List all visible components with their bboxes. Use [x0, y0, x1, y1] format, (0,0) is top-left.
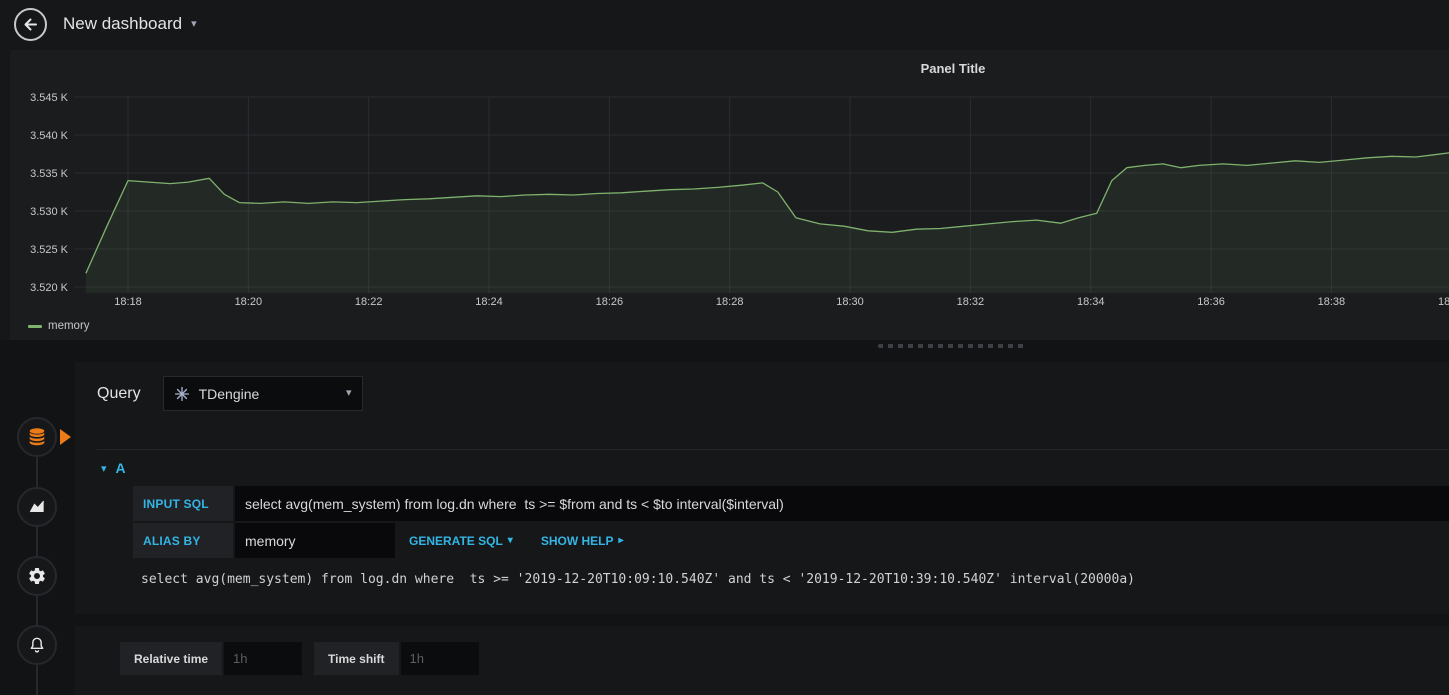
svg-text:18:34: 18:34 [1077, 296, 1105, 308]
back-button[interactable] [14, 7, 47, 41]
relative-time-group: Relative time [120, 642, 303, 675]
generate-sql-button[interactable]: GENERATE SQL ▾ [409, 534, 513, 548]
svg-text:18:40: 18:40 [1438, 296, 1449, 308]
time-shift-label: Time shift [314, 642, 399, 675]
scroll-handle[interactable] [878, 344, 1028, 348]
legend-series-swatch [28, 324, 42, 328]
database-icon [26, 426, 48, 448]
time-shift-group: Time shift [314, 642, 479, 675]
show-help-button[interactable]: SHOW HELP ▸ [541, 534, 624, 548]
tab-queries[interactable] [17, 417, 71, 457]
panel-gap-strip [0, 340, 1449, 362]
svg-text:3.530 K: 3.530 K [30, 206, 69, 218]
chevron-down-icon: ▾ [346, 387, 352, 399]
query-ref-row[interactable]: ▾ A [75, 450, 1449, 486]
time-options-row: Relative time Time shift [120, 642, 1449, 675]
time-series-chart[interactable]: 3.545 K 3.540 K 3.535 K 3.530 K 3.525 K 3.520… [10, 88, 1449, 313]
svg-text:18:36: 18:36 [1197, 296, 1225, 308]
svg-text:18:26: 18:26 [596, 296, 624, 308]
alias-by-row: ALIAS BY GENERATE SQL ▾ SHOW HELP ▸ [133, 523, 1449, 558]
section-gap [75, 614, 1449, 626]
time-shift-field[interactable] [400, 642, 479, 675]
generated-sql-preview: select avg(mem_system) from log.dn where… [141, 572, 1135, 587]
svg-text:18:22: 18:22 [355, 296, 383, 308]
relative-time-field[interactable] [224, 642, 303, 675]
svg-text:18:24: 18:24 [475, 296, 503, 308]
svg-text:3.540 K: 3.540 K [30, 130, 69, 142]
svg-text:18:30: 18:30 [836, 296, 864, 308]
editor-tab-rail [0, 362, 75, 695]
svg-text:3.535 K: 3.535 K [30, 168, 69, 180]
input-sql-label: INPUT SQL [133, 486, 233, 521]
chevron-right-icon: ▸ [618, 534, 624, 546]
svg-text:18:28: 18:28 [716, 296, 744, 308]
svg-text:3.520 K: 3.520 K [30, 282, 69, 294]
chevron-down-icon: ▾ [507, 534, 513, 546]
svg-text:18:18: 18:18 [114, 296, 142, 308]
show-help-label: SHOW HELP [540, 533, 614, 548]
gear-icon [27, 566, 47, 586]
svg-text:3.545 K: 3.545 K [30, 92, 69, 104]
legend-series-label[interactable]: memory [48, 320, 90, 332]
alias-by-label: ALIAS BY [133, 523, 233, 558]
svg-text:3.525 K: 3.525 K [30, 244, 69, 256]
tab-visualization[interactable] [17, 487, 57, 527]
query-row-links: GENERATE SQL ▾ SHOW HELP ▸ [409, 523, 624, 558]
svg-text:18:32: 18:32 [957, 296, 985, 308]
svg-text:18:20: 18:20 [235, 296, 263, 308]
tab-alert[interactable] [17, 625, 57, 665]
relative-time-label: Relative time [120, 642, 223, 675]
chevron-down-icon: ▾ [191, 17, 197, 30]
panel-editor: Query TDengine ▾ ▾ A INPUT SQL select av… [0, 362, 1449, 695]
panel-title[interactable]: Panel Title [10, 50, 1449, 76]
tdengine-star-icon [174, 386, 190, 402]
graph-panel: Panel Title 3.545 K 3.540 K 3.535 K 3.530 K… [10, 50, 1449, 340]
query-header: Query TDengine ▾ [75, 362, 1449, 411]
bell-icon [27, 635, 47, 655]
query-editor-content: Query TDengine ▾ ▾ A INPUT SQL select av… [75, 362, 1449, 695]
datasource-name: TDengine [198, 385, 260, 402]
generate-sql-label: GENERATE SQL [409, 533, 503, 548]
datasource-picker[interactable]: TDengine ▾ [162, 376, 363, 411]
alias-by-field[interactable] [235, 523, 395, 558]
input-sql-field[interactable] [235, 486, 1449, 521]
top-navbar: New dashboard ▾ [0, 0, 1449, 48]
dashboard-title: New dashboard [63, 14, 183, 33]
input-sql-row: INPUT SQL [133, 486, 1449, 521]
collapse-caret-icon: ▾ [101, 462, 107, 475]
active-tab-arrow-icon [60, 429, 71, 445]
arrow-left-icon [22, 16, 39, 33]
query-ref-id: A [115, 460, 126, 476]
tab-general[interactable] [17, 556, 57, 596]
dashboard-title-menu[interactable]: New dashboard ▾ [63, 14, 197, 34]
svg-text:18:38: 18:38 [1318, 296, 1346, 308]
graph-icon [27, 497, 47, 517]
query-section-title: Query [97, 384, 141, 402]
chart-legend: memory [28, 320, 90, 332]
query-form: INPUT SQL ALIAS BY GENERATE SQL ▾ SHOW H… [133, 486, 1449, 558]
